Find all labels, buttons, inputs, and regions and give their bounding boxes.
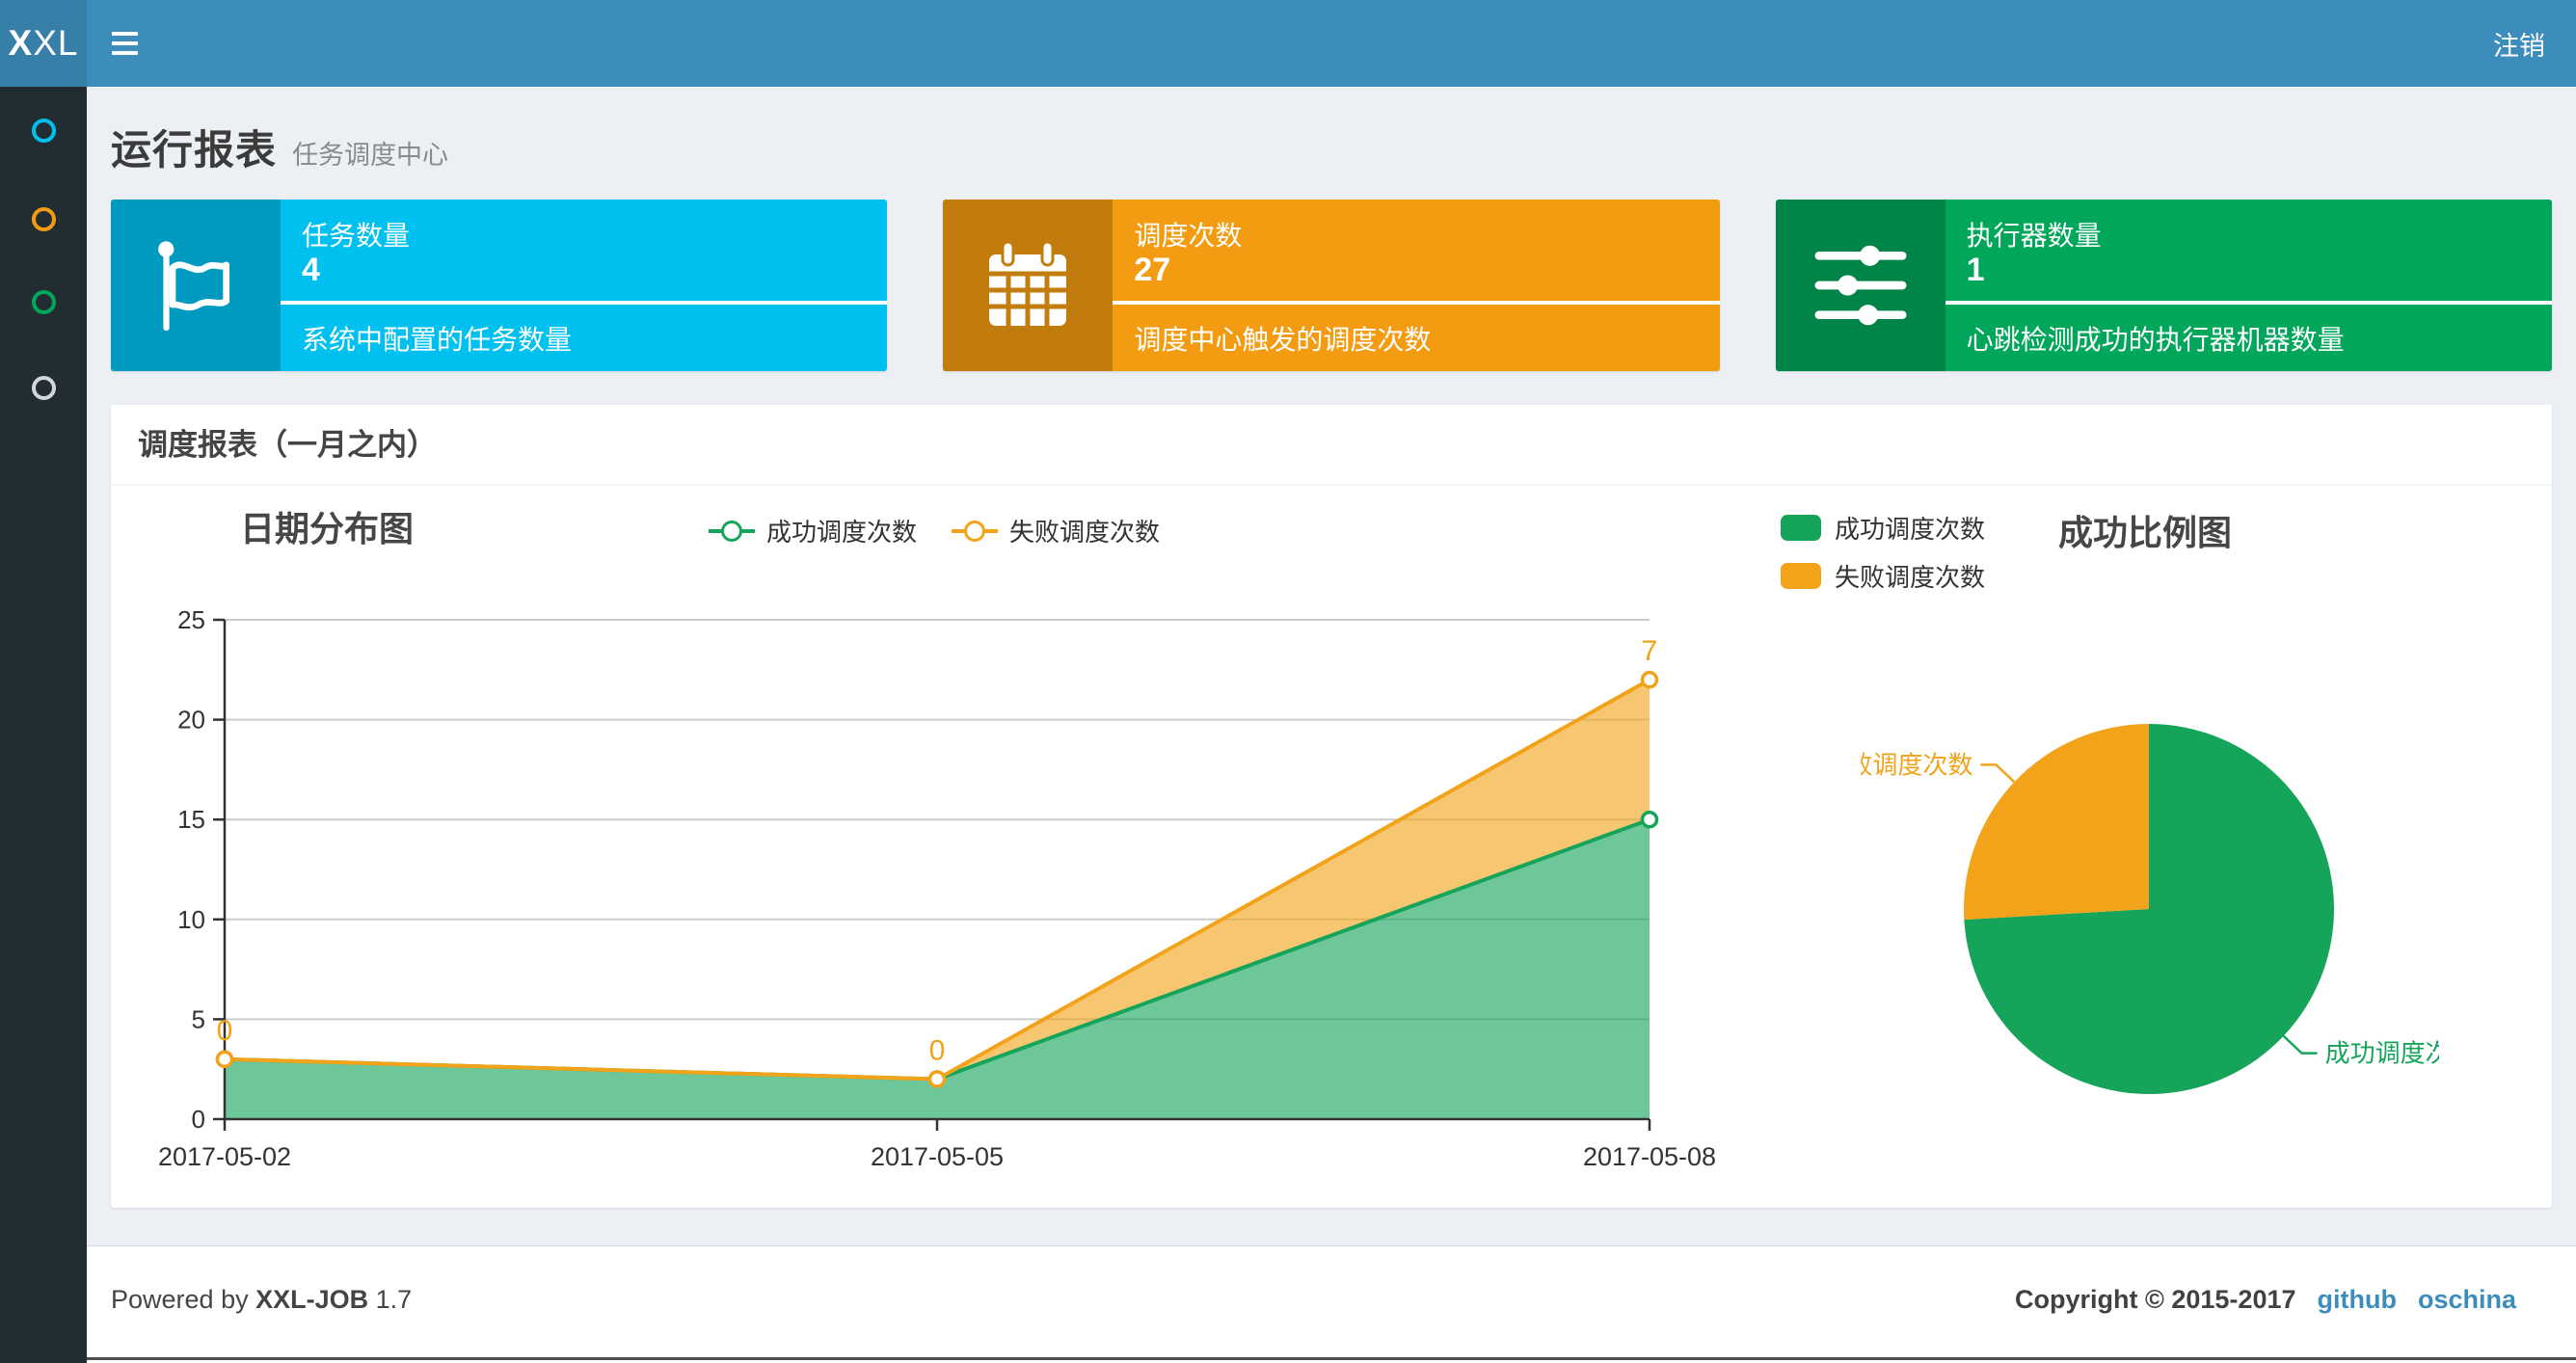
- page-header: 运行报表 任务调度中心: [111, 118, 448, 176]
- circle-icon: [31, 206, 56, 231]
- navbar: 注销: [87, 0, 2576, 87]
- stat-card-executor-count: 执行器数量 1 心跳检测成功的执行器机器数量: [1775, 200, 2552, 371]
- page-title: 运行报表: [111, 127, 278, 173]
- stat-value: 4: [302, 252, 320, 288]
- swatch-icon: [1781, 515, 1821, 541]
- product-version: 1.7: [375, 1285, 413, 1314]
- divider: [1945, 301, 2552, 305]
- pie-chart-title: 成功比例图: [2058, 513, 2233, 552]
- date-distribution-area-chart: 05101520252017-05-02 2017-05-05 2017-05-08…: [158, 605, 1716, 1171]
- window-bottom-edge: [87, 1357, 2576, 1360]
- divider: [1113, 301, 1720, 305]
- flag-icon: [111, 200, 281, 371]
- sidebar-item-dashboard[interactable]: [0, 94, 87, 166]
- product-name: XXL-JOB: [255, 1285, 369, 1314]
- stat-title: 任务数量: [302, 221, 411, 251]
- svg-text:0: 0: [929, 1035, 946, 1067]
- calendar-icon: [943, 200, 1114, 371]
- panel-title: 调度报表（一月之内）: [138, 428, 437, 462]
- legend-item-fail[interactable]: 失败调度次数: [1781, 558, 1985, 594]
- stat-description: 系统中配置的任务数量: [302, 325, 573, 355]
- circle-icon: [31, 375, 56, 400]
- divider: [281, 301, 888, 305]
- legend-item-success[interactable]: 成功调度次数: [709, 513, 917, 548]
- stat-value: 27: [1134, 252, 1171, 288]
- logout-link[interactable]: 注销: [2493, 0, 2545, 87]
- logo-text-bold: X: [8, 23, 34, 63]
- stat-description: 心跳检测成功的执行器机器数量: [1966, 325, 2345, 355]
- stat-card-trigger-count: 调度次数 27 调度中心触发的调度次数: [943, 200, 1720, 371]
- panel-header: 调度报表（一月之内）: [111, 405, 2552, 486]
- footer-powered-by: Powered by XXL-JOB 1.7: [111, 1285, 413, 1314]
- svg-text:2017-05-05: 2017-05-05: [871, 1142, 1004, 1171]
- stat-title: 执行器数量: [1966, 221, 2102, 251]
- circle-icon: [31, 289, 56, 314]
- stat-value: 1: [1966, 252, 1985, 288]
- xxl-job-dashboard: X XL 注销 运行报表 任务调度中心 任务数量 4 系统中配置的任务数量 调度…: [0, 0, 2576, 1363]
- success-ratio-pie-chart: 成功调度次数 失败调度次数: [1861, 724, 2439, 1094]
- stat-card-job-count: 任务数量 4 系统中配置的任务数量: [111, 200, 888, 371]
- svg-text:2017-05-08: 2017-05-08: [1583, 1142, 1716, 1171]
- svg-text:15: 15: [177, 805, 205, 834]
- svg-text:25: 25: [177, 605, 205, 634]
- logo-text: XL: [33, 23, 79, 63]
- svg-text:失败调度次数: 失败调度次数: [1861, 750, 1972, 779]
- report-panel: 调度报表（一月之内） 日期分布图 成功调度次数 失败调度次数 0 5 10 15 20 2…: [111, 405, 2552, 1208]
- sidebar-item-job-log[interactable]: [0, 266, 87, 337]
- pie-chart-legend: 成功调度次数 失败调度次数: [1781, 510, 1985, 606]
- sliders-icon: [1775, 200, 1945, 371]
- svg-text:20: 20: [177, 706, 205, 735]
- app-logo[interactable]: X XL: [0, 0, 87, 87]
- svg-text:10: 10: [177, 905, 205, 934]
- svg-text:成功调度次数: 成功调度次数: [2325, 1039, 2439, 1068]
- stat-cards-row: 任务数量 4 系统中配置的任务数量 调度次数 27 调度中心触发的调度次数 执行…: [111, 200, 2552, 371]
- page-subtitle: 任务调度中心: [292, 141, 449, 170]
- legend-item-success[interactable]: 成功调度次数: [1781, 510, 1985, 546]
- sidebar-item-help[interactable]: [0, 352, 87, 423]
- line-chart-title: 日期分布图: [240, 509, 415, 548]
- sidebar-item-job-manage[interactable]: [0, 183, 87, 254]
- top-navbar: X XL 注销: [0, 0, 2576, 87]
- svg-text:2017-05-02: 2017-05-02: [158, 1142, 291, 1171]
- swatch-icon: [1781, 563, 1821, 589]
- footer-copyright: Copyright © 2015-2017 github oschina: [2014, 1285, 2516, 1315]
- hamburger-icon: [111, 32, 138, 36]
- line-marker-icon: [952, 520, 999, 542]
- sidebar-toggle-button[interactable]: [87, 0, 162, 87]
- line-marker-icon: [709, 520, 755, 542]
- footer: Powered by XXL-JOB 1.7 Copyright © 2015-…: [87, 1245, 2576, 1363]
- sidebar: [0, 87, 87, 1363]
- svg-text:0: 0: [217, 1015, 233, 1047]
- stat-title: 调度次数: [1134, 221, 1243, 251]
- svg-text:7: 7: [1642, 635, 1658, 667]
- svg-text:5: 5: [192, 1004, 205, 1033]
- legend-item-fail[interactable]: 失败调度次数: [952, 513, 1160, 548]
- oschina-link[interactable]: oschina: [2418, 1285, 2516, 1315]
- svg-text:0: 0: [192, 1105, 205, 1134]
- stat-description: 调度中心触发的调度次数: [1134, 325, 1432, 355]
- github-link[interactable]: github: [2318, 1285, 2397, 1315]
- line-chart-legend: 成功调度次数 失败调度次数: [709, 513, 1160, 548]
- circle-icon: [31, 118, 56, 143]
